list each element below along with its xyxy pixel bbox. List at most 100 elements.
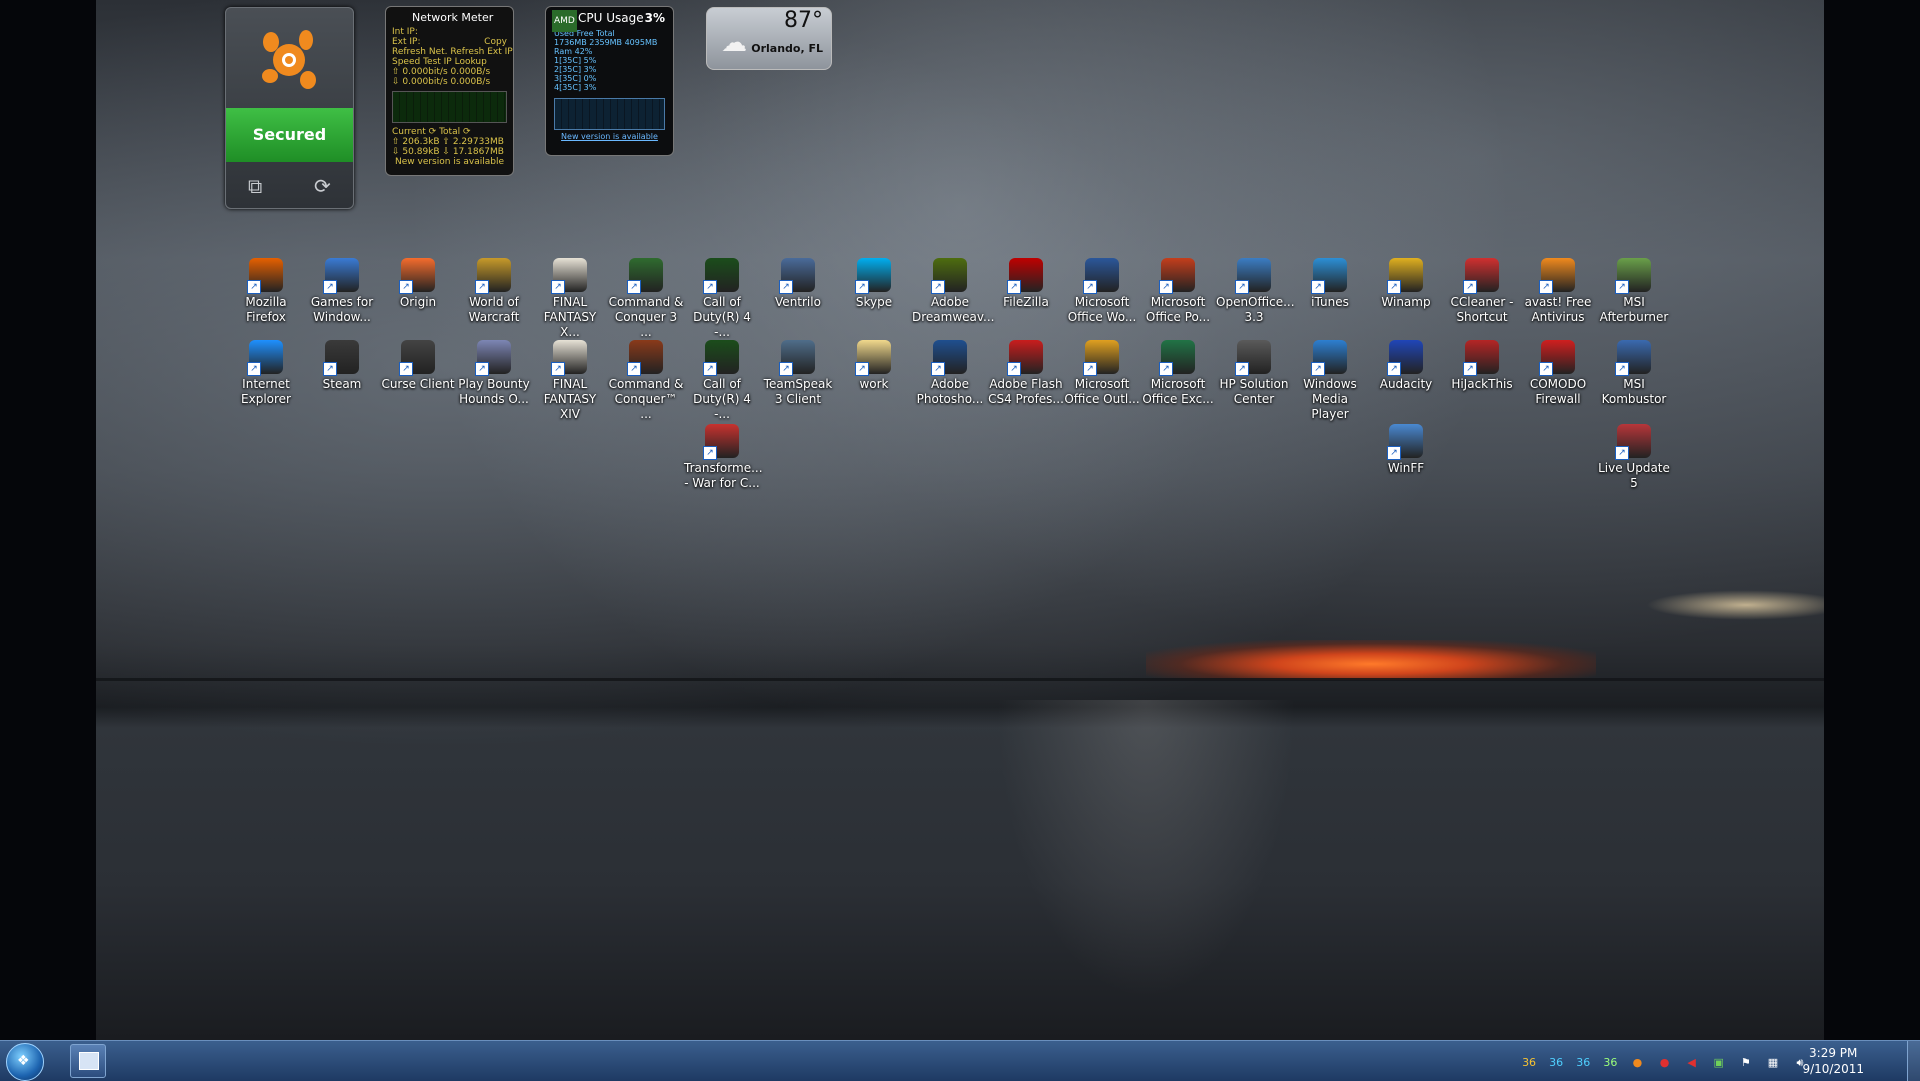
- desktop-icon[interactable]: ↗ Command & Conquer 3 ...: [608, 258, 684, 340]
- openoffice-icon: ↗: [1235, 258, 1271, 294]
- action-center-flag-icon[interactable]: ⚑: [1736, 1055, 1756, 1071]
- desktop-icon[interactable]: ↗ Live Update 5: [1596, 424, 1672, 491]
- desktop-icon-label: WinFF: [1387, 461, 1425, 475]
- tray-temp-label[interactable]: 36: [1546, 1055, 1566, 1071]
- desktop-icon[interactable]: ↗ Ventrilo: [760, 258, 836, 310]
- taskbar-explorer-button[interactable]: [70, 1044, 106, 1078]
- desktop-icon[interactable]: ↗ HP Solution Center: [1216, 340, 1292, 407]
- word-icon: ↗: [1083, 258, 1119, 294]
- desktop-icon[interactable]: ↗ Transforme... - War for C...: [684, 424, 763, 491]
- cpu-core: 1[35C] 5%: [554, 56, 597, 65]
- network-icon[interactable]: ▦: [1763, 1055, 1783, 1071]
- desktop-icon-label: World of Warcraft: [468, 295, 520, 324]
- open-window-icon[interactable]: ⧉: [248, 174, 262, 198]
- desktop-icon-label: Microsoft Office Outl...: [1064, 377, 1140, 406]
- desktop-icon-label: COMODO Firewall: [1529, 377, 1587, 406]
- ccleaner-tray-icon[interactable]: ●: [1655, 1055, 1675, 1071]
- shortcut-arrow-icon: ↗: [627, 280, 641, 294]
- network-meter-gadget[interactable]: Network Meter Int IP: Ext IP: Copy Refre…: [385, 6, 514, 176]
- desktop-icon[interactable]: ↗ Skype: [836, 258, 912, 310]
- refresh-icon[interactable]: ⟳: [314, 174, 331, 198]
- desktop-icon[interactable]: ↗ Call of Duty(R) 4 -...: [684, 340, 760, 422]
- netmeter-stat: ⇧ 206.3kB ⇧ 2.29733MB: [392, 137, 504, 147]
- tray-temp-label[interactable]: 36: [1519, 1055, 1539, 1071]
- desktop-icon-label: iTunes: [1311, 295, 1349, 309]
- desktop-icon[interactable]: ↗ Play Bounty Hounds O...: [456, 340, 532, 407]
- cpu-update-notice[interactable]: New version is available: [546, 132, 673, 141]
- desktop-icon[interactable]: ↗ Call of Duty(R) 4 -...: [684, 258, 760, 340]
- start-button[interactable]: ❖: [6, 1043, 44, 1081]
- taskbar-clock[interactable]: 3:29 PM 9/10/2011: [1802, 1045, 1864, 1077]
- excel-icon: ↗: [1159, 340, 1195, 376]
- tray-temp-label[interactable]: 36: [1573, 1055, 1593, 1071]
- desktop-icon[interactable]: ↗ work: [836, 340, 912, 392]
- shortcut-arrow-icon: ↗: [1083, 280, 1097, 294]
- desktop-icon-label: Adobe Dreamweav...: [912, 295, 995, 324]
- desktop-icon[interactable]: ↗ Audacity: [1368, 340, 1444, 392]
- avast-gadget[interactable]: Secured ⧉ ⟳: [225, 7, 354, 209]
- desktop-icon[interactable]: ↗ Origin: [380, 258, 456, 310]
- update-tray-icon[interactable]: ▣: [1709, 1055, 1729, 1071]
- shortcut-arrow-icon: ↗: [1539, 362, 1553, 376]
- desktop-icon[interactable]: ↗ Adobe Flash CS4 Profes...: [988, 340, 1064, 407]
- desktop-icon[interactable]: ↗ OpenOffice... 3.3: [1216, 258, 1295, 325]
- desktop-wallpaper: [96, 0, 1824, 1040]
- cpu-usage-gadget[interactable]: AMD CPU Usage 3% Used Free Total 1736MB …: [545, 6, 674, 156]
- flash-icon: ↗: [1007, 340, 1043, 376]
- desktop-icon[interactable]: ↗ Adobe Photosho...: [912, 340, 988, 407]
- desktop-icon[interactable]: ↗ Windows Media Player: [1292, 340, 1368, 422]
- desktop-icon[interactable]: ↗ Adobe Dreamweav...: [912, 258, 995, 325]
- desktop-icon[interactable]: ↗ avast! Free Antivirus: [1520, 258, 1596, 325]
- netmeter-update-notice[interactable]: New version is available: [386, 157, 513, 167]
- warcraft-icon: ↗: [475, 258, 511, 294]
- shortcut-arrow-icon: ↗: [475, 280, 489, 294]
- amd-logo-icon: AMD: [552, 10, 577, 32]
- shortcut-arrow-icon: ↗: [323, 280, 337, 294]
- desktop-icon[interactable]: ↗ Command & Conquer™ ...: [608, 340, 684, 422]
- desktop-icon[interactable]: ↗ Mozilla Firefox: [228, 258, 304, 325]
- copy-link[interactable]: Copy: [484, 37, 507, 47]
- desktop-icon-label: avast! Free Antivirus: [1524, 295, 1592, 324]
- avast-tray-icon[interactable]: ●: [1627, 1055, 1647, 1071]
- desktop-icon[interactable]: ↗ COMODO Firewall: [1520, 340, 1596, 407]
- desktop-icon[interactable]: ↗ MSI Afterburner: [1596, 258, 1672, 325]
- ventrilo-icon: ↗: [779, 258, 815, 294]
- show-desktop-button[interactable]: [1907, 1041, 1920, 1081]
- desktop-icon[interactable]: ↗ MSI Kombustor: [1596, 340, 1672, 407]
- desktop-icon[interactable]: ↗ Microsoft Office Wo...: [1064, 258, 1140, 325]
- netmeter-upload: ⇧ 0.000bit/s 0.000B/s: [392, 67, 491, 77]
- weather-gadget[interactable]: ☁ 87° Orlando, FL: [706, 7, 832, 70]
- desktop-icon-label: Ventrilo: [775, 295, 821, 309]
- filezilla-icon: ↗: [1007, 258, 1043, 294]
- desktop-icon[interactable]: ↗ Microsoft Office Exc...: [1140, 340, 1216, 407]
- shortcut-arrow-icon: ↗: [399, 362, 413, 376]
- ffx-icon: ↗: [551, 258, 587, 294]
- desktop-icon[interactable]: ↗ Curse Client: [380, 340, 456, 392]
- desktop-icon[interactable]: ↗ Steam: [304, 340, 380, 392]
- desktop-icon[interactable]: ↗ FINAL FANTASY XIV: [532, 340, 608, 422]
- desktop-icon[interactable]: ↗ CCleaner - Shortcut: [1444, 258, 1520, 325]
- comodo-tray-icon[interactable]: ◀: [1682, 1055, 1702, 1071]
- desktop-icon-label: Play Bounty Hounds O...: [458, 377, 530, 406]
- desktop-icon[interactable]: ↗ Microsoft Office Outl...: [1064, 340, 1140, 407]
- weather-city: Orlando, FL: [751, 42, 823, 55]
- netmeter-links[interactable]: Speed Test IP Lookup: [386, 57, 513, 67]
- netmeter-download: ⇩ 0.000bit/s 0.000B/s: [392, 77, 491, 87]
- desktop-icon[interactable]: ↗ Microsoft Office Po...: [1140, 258, 1216, 325]
- desktop-icon[interactable]: ↗ FileZilla: [988, 258, 1064, 310]
- desktop-icon-label: Skype: [855, 295, 893, 309]
- desktop-icon[interactable]: ↗ TeamSpeak 3 Client: [760, 340, 836, 407]
- desktop-icon[interactable]: ↗ WinFF: [1368, 424, 1444, 476]
- desktop-icon[interactable]: ↗ HiJackThis: [1444, 340, 1520, 392]
- shortcut-arrow-icon: ↗: [247, 362, 261, 376]
- tray-temp-label[interactable]: 36: [1600, 1055, 1620, 1071]
- desktop-icon[interactable]: ↗ Games for Window...: [304, 258, 380, 325]
- desktop-icon[interactable]: ↗ Internet Explorer: [228, 340, 304, 407]
- desktop-icon[interactable]: ↗ FINAL FANTASY X...: [532, 258, 608, 340]
- comodo-icon: ↗: [1539, 340, 1575, 376]
- netmeter-links[interactable]: Refresh Net. Refresh Ext IP: [386, 47, 513, 57]
- desktop-icon[interactable]: ↗ World of Warcraft: [456, 258, 532, 325]
- desktop-icon[interactable]: ↗ iTunes: [1292, 258, 1368, 310]
- origin-icon: ↗: [399, 258, 435, 294]
- desktop-icon[interactable]: ↗ Winamp: [1368, 258, 1444, 310]
